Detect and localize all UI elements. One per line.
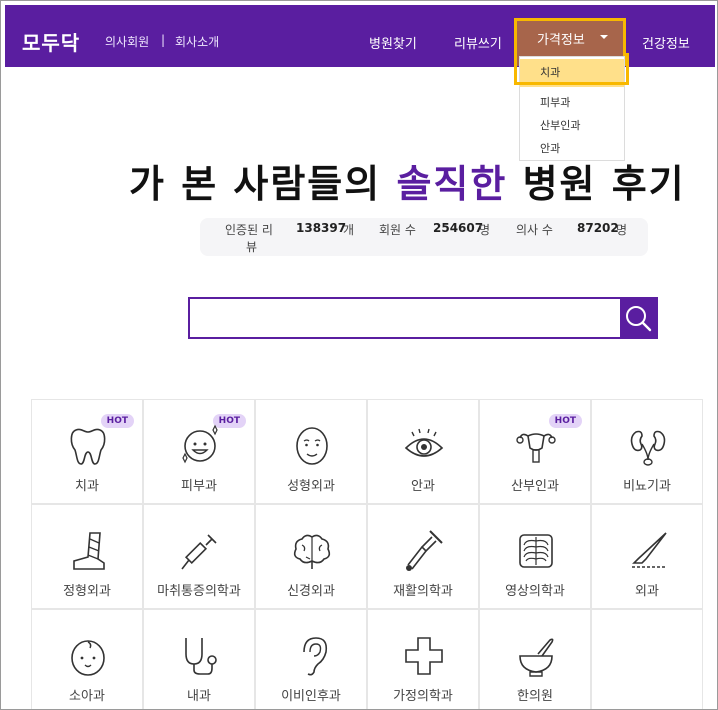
specialty-label: 마취통증의학과: [157, 584, 241, 599]
specialty-label: 외과: [635, 584, 659, 599]
specialty-ophthalmology[interactable]: 안과: [367, 399, 479, 504]
hero-text-accent: 솔직한: [396, 162, 508, 206]
specialty-obgyn[interactable]: HOT 산부인과: [479, 399, 591, 504]
specialty-dermatology[interactable]: HOT 피부과: [143, 399, 255, 504]
reviews-unit: 개: [343, 223, 355, 237]
search-icon: [626, 306, 652, 332]
specialty-label: 한의원: [517, 689, 553, 704]
specialty-urology[interactable]: 비뇨기과: [591, 399, 703, 504]
hero-text-pre: 가 본 사람들의: [129, 162, 397, 206]
search-box: [188, 297, 658, 339]
specialty-plastic-surgery[interactable]: 성형외과: [255, 399, 367, 504]
specialty-anesthesiology[interactable]: 마취통증의학과: [143, 504, 255, 609]
dropdown-item-dental[interactable]: 치과: [520, 59, 624, 87]
face-icon: [296, 427, 328, 465]
specialty-empty-cell: [591, 609, 703, 709]
stethoscope-icon: [185, 638, 217, 675]
specialty-label: 영상의학과: [505, 584, 565, 599]
xray-ribs-icon: [519, 534, 553, 568]
uterus-icon: [516, 433, 556, 463]
crutch-icon: [406, 530, 443, 571]
brain-icon: [293, 534, 331, 569]
specialty-radiology[interactable]: 영상의학과: [479, 504, 591, 609]
tooth-icon: [70, 428, 106, 465]
specialty-label: 이비인후과: [281, 689, 341, 704]
nav-find-hospital[interactable]: 병원찾기: [369, 33, 417, 52]
kidney-icon: [630, 430, 666, 466]
specialty-label: 소아과: [69, 689, 105, 704]
hero-headline: 가 본 사람들의 솔직한 병원 후기: [129, 153, 686, 208]
specialty-pediatrics[interactable]: 소아과: [31, 609, 143, 709]
specialty-family-medicine[interactable]: 가정의학과: [367, 609, 479, 709]
page: 모두닥 의사회원 | 회사소개 병원찾기 리뷰쓰기 건강정보 가격정보 치과 피…: [0, 0, 718, 710]
logo[interactable]: 모두닥: [22, 27, 80, 56]
nav-separator: |: [161, 33, 166, 47]
doctors-count: 87202: [577, 221, 619, 235]
specialty-oriental-medicine[interactable]: 한의원: [479, 609, 591, 709]
specialty-label: 성형외과: [287, 479, 335, 494]
doctors-unit: 명: [616, 223, 628, 237]
company-info-link[interactable]: 회사소개: [175, 33, 219, 50]
reviews-label-wrap: 뷰: [246, 240, 258, 254]
doctor-member-link[interactable]: 의사회원: [105, 33, 149, 50]
reviews-label: 인증된 리: [225, 223, 273, 237]
specialty-label: 치과: [75, 479, 99, 494]
members-count: 254607: [433, 221, 484, 235]
specialty-ent[interactable]: 이비인후과: [255, 609, 367, 709]
baby-face-icon: [71, 640, 105, 676]
price-dropdown-menu: 치과 피부과 산부인과 안과: [519, 56, 625, 161]
face-sparkle-icon: [182, 424, 218, 464]
specialty-label: 재활의학과: [393, 584, 453, 599]
caret-down-icon: [600, 35, 608, 39]
specialty-label: 안과: [411, 479, 435, 494]
specialty-dental[interactable]: HOT 치과: [31, 399, 143, 504]
cast-leg-icon: [73, 532, 105, 570]
eye-icon: [404, 428, 444, 457]
hero-text-post: 병원 후기: [507, 162, 686, 206]
nav-health-info[interactable]: 건강정보: [642, 33, 690, 52]
specialty-rehabilitation[interactable]: 재활의학과: [367, 504, 479, 609]
members-unit: 명: [479, 223, 491, 237]
dropdown-item-dermatology[interactable]: 피부과: [520, 89, 624, 111]
doctors-label: 의사 수: [516, 223, 553, 237]
members-label: 회원 수: [379, 223, 416, 237]
reviews-count: 138397: [296, 221, 347, 235]
specialty-internal-medicine[interactable]: 내과: [143, 609, 255, 709]
scalpel-icon: [632, 532, 667, 568]
specialty-neurosurgery[interactable]: 신경외과: [255, 504, 367, 609]
mortar-pestle-icon: [519, 638, 554, 677]
specialty-label: 내과: [187, 689, 211, 704]
specialty-label: 가정의학과: [393, 689, 453, 704]
specialty-label: 신경외과: [287, 584, 335, 599]
search-input[interactable]: [190, 299, 620, 337]
ear-icon: [303, 637, 328, 676]
specialty-orthopedics[interactable]: 정형외과: [31, 504, 143, 609]
specialty-label: 정형외과: [63, 584, 111, 599]
search-button[interactable]: [620, 299, 656, 337]
syringe-icon: [181, 534, 217, 570]
specialty-label: 피부과: [181, 479, 217, 494]
specialty-label: 산부인과: [511, 479, 559, 494]
nav-price-info-label: 가격정보: [537, 33, 585, 48]
nav-write-review[interactable]: 리뷰쓰기: [454, 33, 502, 52]
dropdown-item-obgyn[interactable]: 산부인과: [520, 112, 624, 134]
specialty-label: 비뇨기과: [623, 479, 671, 494]
medical-cross-icon: [405, 637, 443, 675]
specialty-general-surgery[interactable]: 외과: [591, 504, 703, 609]
stats-bar: 인증된 리 뷰 138397 개 회원 수 254607 명 의사 수 8720…: [200, 218, 648, 256]
